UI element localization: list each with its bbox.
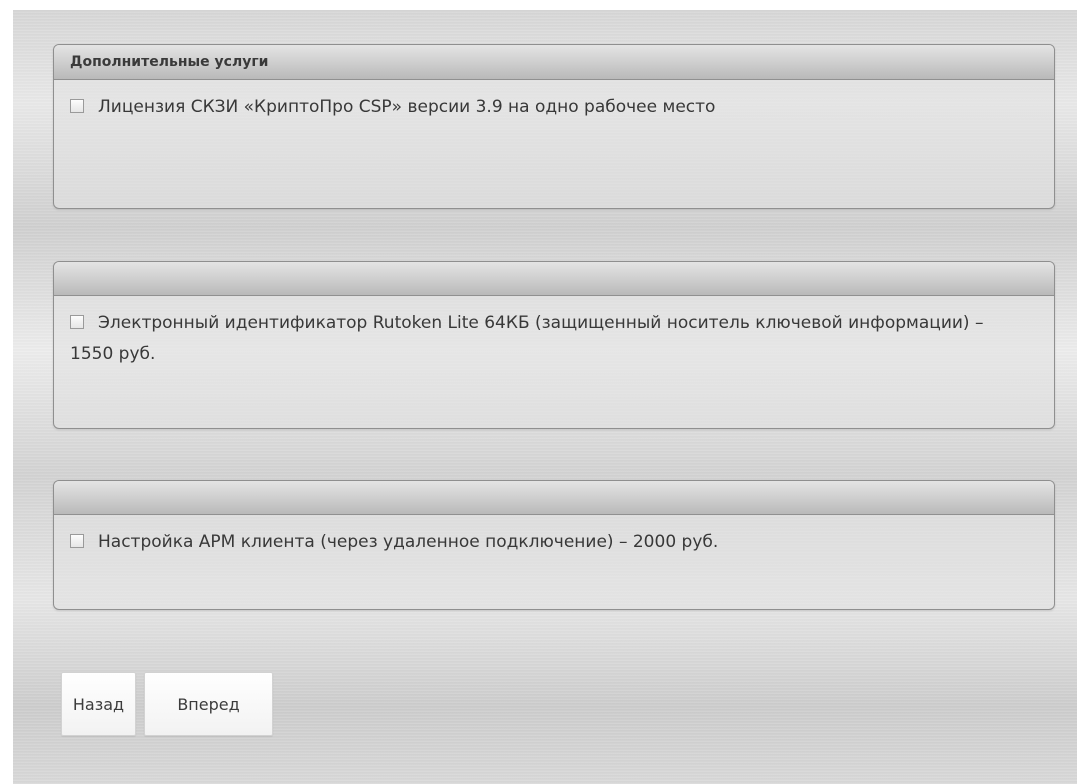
navigation-buttons: Назад Вперед (61, 672, 273, 736)
panel-arm-setup: Настройка АРМ клиента (через удаленное п… (53, 480, 1055, 610)
next-button[interactable]: Вперед (144, 672, 273, 736)
panel-additional-services: Дополнительные услуги Лицензия СКЗИ «Кри… (53, 44, 1055, 209)
option-rutoken: Электронный идентификатор Rutoken Lite 6… (54, 296, 1054, 370)
cryptopro-license-checkbox[interactable] (70, 99, 84, 113)
option-cryptopro-license: Лицензия СКЗИ «КриптоПро CSP» версии 3.9… (54, 80, 1054, 123)
panel-heading (54, 481, 1054, 515)
option-label: Электронный идентификатор Rutoken Lite 6… (70, 313, 984, 364)
rutoken-checkbox[interactable] (70, 315, 84, 329)
back-button[interactable]: Назад (61, 672, 136, 736)
option-label: Лицензия СКЗИ «КриптоПро CSP» версии 3.9… (98, 97, 716, 117)
panel-heading: Дополнительные услуги (54, 45, 1054, 80)
arm-setup-checkbox[interactable] (70, 534, 84, 548)
option-label: Настройка АРМ клиента (через удаленное п… (98, 532, 719, 552)
panel-heading (54, 262, 1054, 296)
form-page: Дополнительные услуги Лицензия СКЗИ «Кри… (13, 10, 1077, 784)
option-arm-setup: Настройка АРМ клиента (через удаленное п… (54, 515, 1054, 558)
panel-rutoken: Электронный идентификатор Rutoken Lite 6… (53, 261, 1055, 429)
